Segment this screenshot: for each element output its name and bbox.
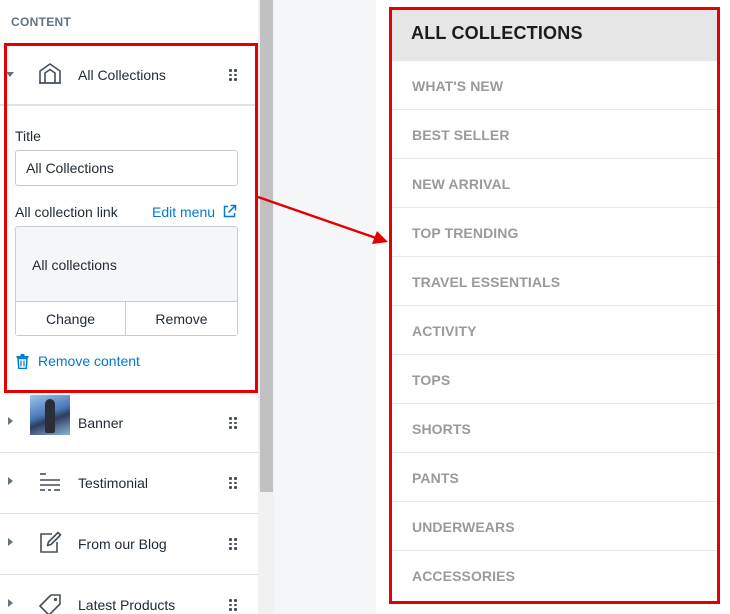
annotation-arrow-icon	[257, 195, 388, 244]
